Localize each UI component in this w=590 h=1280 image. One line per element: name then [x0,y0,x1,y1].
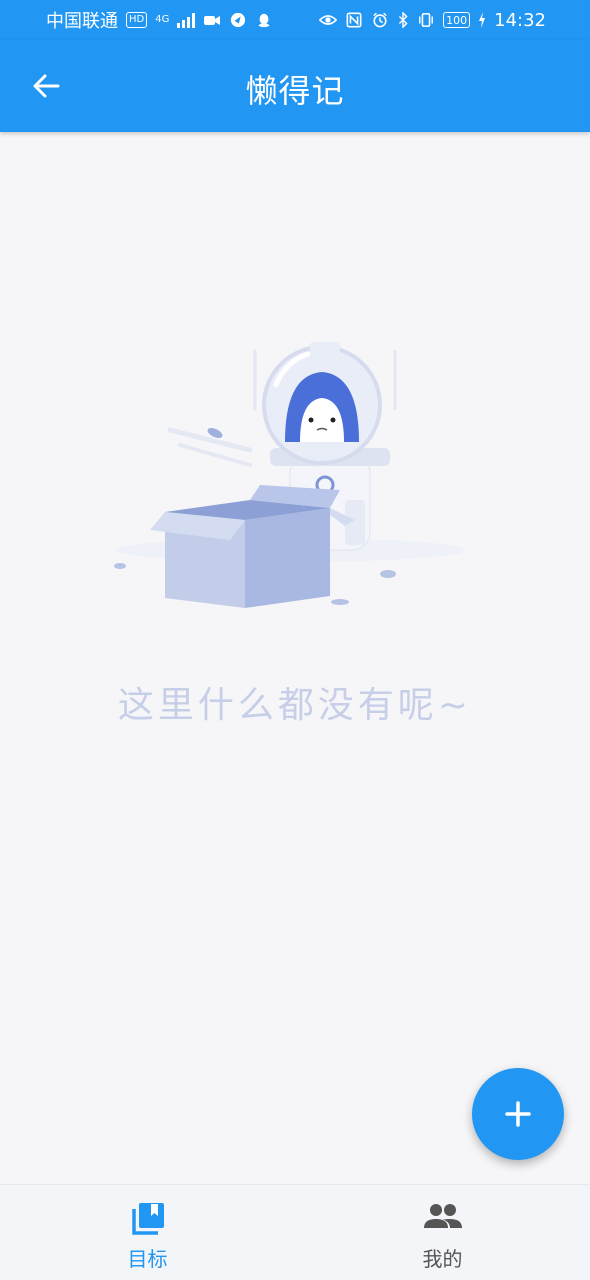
nav-label-goals: 目标 [127,1247,168,1271]
carrier-label: 中国联通 [46,11,118,32]
plus-icon [505,1101,531,1127]
empty-illustration [114,342,465,608]
empty-message: 这里什么都没有呢~ [117,685,473,726]
network-type: 4G [155,14,170,25]
battery-indicator: 100 [443,12,471,28]
vibrate-icon [419,12,434,28]
alarm-icon [373,12,387,28]
charging-icon [479,12,486,28]
bookmark-book-icon [131,1203,164,1235]
signal-icon [177,12,196,28]
video-icon [204,16,221,25]
bluetooth-icon [399,12,408,28]
add-goal-button[interactable] [472,1068,564,1160]
app-bar: 懒得记 [0,40,590,132]
status-right: 100 14:32 [319,10,546,31]
nav-item-mine[interactable]: 我的 [295,1185,590,1280]
hd-badge: HD [126,12,148,28]
nfc-icon [346,12,362,28]
eye-icon [319,15,338,25]
status-bar: 中国联通 HD 4G 100 14:32 [0,0,590,40]
status-left: 中国联通 HD 4G [46,7,273,33]
status-time: 14:32 [494,9,546,31]
qq-icon [259,13,270,28]
empty-state: 这里什么都没有呢~ [0,330,590,730]
nav-item-goals[interactable]: 目标 [0,1185,295,1280]
page-title: 懒得记 [245,72,345,110]
app-notification-icon [231,12,246,28]
bottom-navigation: 目标 我的 [0,1184,590,1280]
nav-label-mine: 我的 [422,1247,463,1271]
people-icon [423,1204,462,1228]
